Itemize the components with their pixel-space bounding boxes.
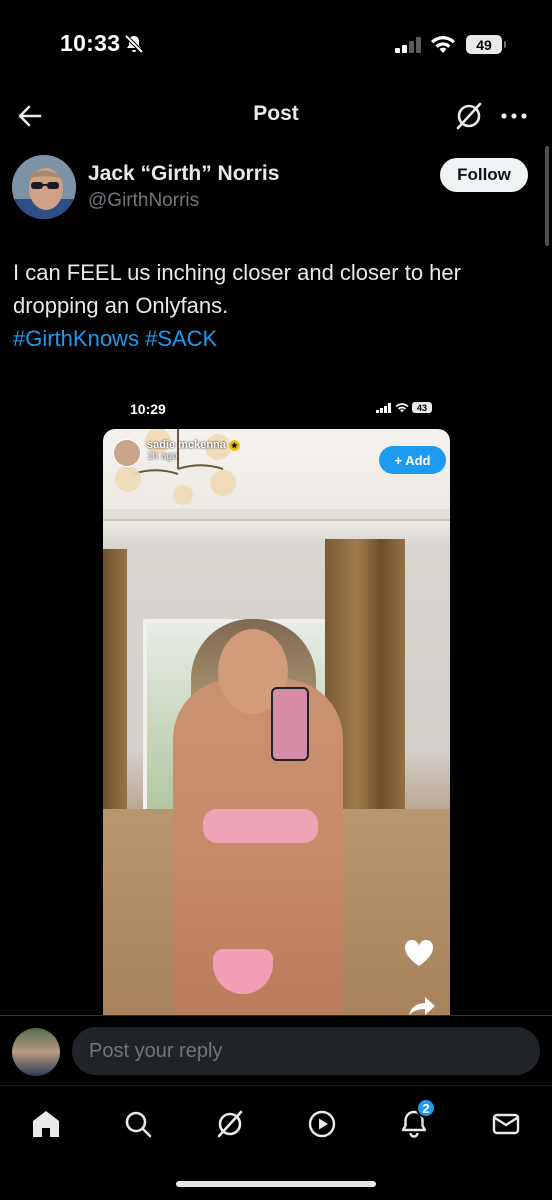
reply-input[interactable] (72, 1027, 540, 1075)
signal-icon (376, 402, 391, 413)
more-options-icon[interactable] (496, 100, 532, 132)
video-icon (308, 1110, 336, 1138)
follow-button[interactable]: Follow (440, 158, 528, 192)
story-username: sadie mckenna ★ (147, 439, 240, 451)
signal-icon (395, 37, 421, 53)
tab-home[interactable] (26, 1104, 66, 1144)
hashtag-link[interactable]: #GirthKnows (13, 326, 139, 351)
story-timestamp: 1h ago (147, 451, 178, 462)
author-handle[interactable]: @GirthNorris (88, 190, 199, 212)
grok-icon[interactable] (453, 100, 485, 132)
user-avatar[interactable] (12, 1028, 60, 1076)
tweet-body: I can FEEL us inching closer and closer … (13, 260, 461, 318)
story-username-text: sadie mckenna (147, 439, 226, 451)
post-header: Post (0, 90, 552, 145)
add-button: + Add (379, 446, 446, 474)
avatar-portrait (12, 155, 76, 219)
heart-icon (404, 939, 434, 966)
status-time: 10:33 (60, 30, 121, 56)
post-media-image[interactable]: 10:29 43 sadie mckenna ★ 1h ago + Add (103, 393, 450, 1015)
wifi-icon (395, 403, 409, 413)
bell-off-icon (124, 34, 144, 54)
back-arrow-icon[interactable] (14, 100, 46, 132)
author-avatar[interactable] (12, 155, 76, 219)
tab-video[interactable] (302, 1104, 342, 1144)
author-name[interactable]: Jack “Girth” Norris (88, 162, 279, 186)
embedded-battery: 43 (412, 402, 432, 413)
bottom-tab-bar: 2 (0, 1085, 552, 1200)
wifi-icon (431, 36, 455, 53)
home-icon (33, 1111, 59, 1137)
notification-badge: 2 (416, 1098, 436, 1118)
swimsuit-top (203, 809, 318, 843)
status-bar: 10:33 49 (0, 0, 552, 90)
embedded-status-bar: 10:29 43 (103, 393, 450, 429)
tab-notifications[interactable]: 2 (394, 1098, 436, 1144)
phone (271, 687, 309, 761)
photo: sadie mckenna ★ 1h ago + Add (103, 429, 450, 1015)
battery-indicator: 49 (466, 35, 506, 54)
story-user: sadie mckenna ★ 1h ago (113, 439, 240, 467)
embedded-status-icons: 43 (376, 402, 432, 413)
hashtag-link[interactable]: #SACK (145, 326, 217, 351)
tab-grok[interactable] (210, 1104, 250, 1144)
share-arrow-icon (409, 997, 435, 1015)
reply-bar (0, 1015, 552, 1085)
ceiling-trim (103, 509, 450, 521)
tab-messages[interactable] (486, 1104, 526, 1144)
home-indicator[interactable] (176, 1181, 376, 1187)
star-badge-icon: ★ (228, 439, 240, 451)
post-author: Jack “Girth” Norris @GirthNorris Follow (0, 152, 552, 222)
embedded-status-time: 10:29 (130, 401, 166, 417)
tweet-text: I can FEEL us inching closer and closer … (13, 256, 533, 355)
story-avatar (113, 439, 141, 467)
grok-icon (217, 1110, 243, 1138)
tab-search[interactable] (118, 1104, 158, 1144)
curtain (103, 549, 127, 809)
messages-icon (492, 1113, 520, 1135)
search-icon (125, 1111, 152, 1138)
